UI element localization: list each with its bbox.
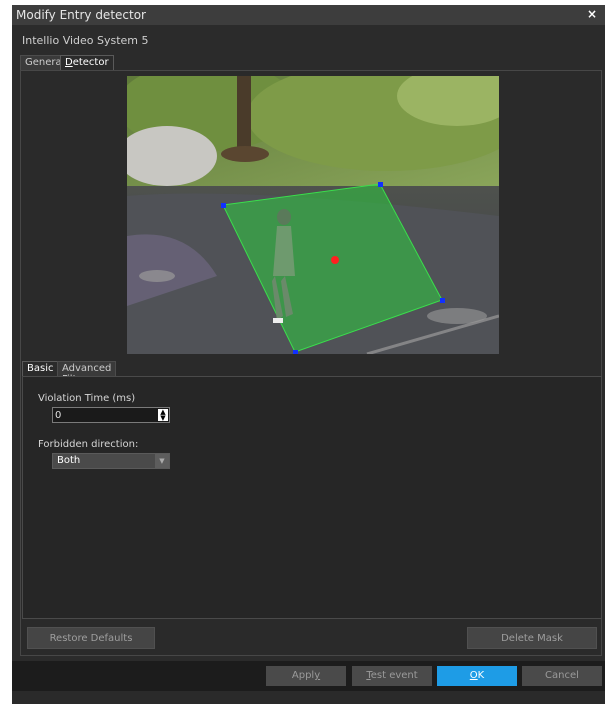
forbidden-direction-value: Both [57, 455, 81, 466]
tab-detector[interactable]: Detector [60, 55, 114, 70]
title-bar[interactable]: Modify Entry detector × [12, 5, 605, 25]
tab-basic[interactable]: Basic [22, 361, 59, 376]
zone-handle[interactable] [293, 350, 298, 354]
forbidden-direction-label: Forbidden direction: [38, 439, 139, 450]
zone-handle[interactable] [440, 298, 445, 303]
restore-defaults-button[interactable]: Restore Defaults [27, 627, 155, 649]
spinner-arrows-icon[interactable]: ▲ ▼ [158, 409, 168, 422]
violation-time-input[interactable] [55, 408, 155, 422]
close-icon[interactable]: × [587, 7, 597, 21]
system-name: Intellio Video System 5 [22, 34, 149, 47]
basic-settings-panel: Violation Time (ms) ▲▼ Forbidden directi… [22, 376, 602, 619]
zone-handle[interactable] [378, 182, 383, 187]
test-event-button[interactable]: Test event [352, 666, 432, 686]
zone-center-handle[interactable] [331, 256, 339, 264]
tab-detector-label: Detector [65, 57, 109, 68]
forbidden-direction-select[interactable]: Both ▼ [52, 453, 170, 469]
violation-time-spinner[interactable]: ▲▼ [52, 407, 170, 423]
apply-button[interactable]: Apply [266, 666, 346, 686]
camera-preview[interactable] [127, 76, 499, 354]
dialog-window: Modify Entry detector × Intellio Video S… [12, 5, 605, 704]
zone-handle[interactable] [221, 203, 226, 208]
violation-time-label: Violation Time (ms) [38, 393, 136, 404]
tab-advanced-filter[interactable]: Advanced Filter [57, 361, 117, 385]
chevron-down-icon[interactable]: ▼ [155, 454, 169, 468]
window-title: Modify Entry detector [16, 8, 146, 22]
status-bar [12, 691, 605, 704]
dialog-footer: Apply Test event OK Cancel [12, 661, 605, 691]
delete-mask-button[interactable]: Delete Mask [467, 627, 597, 649]
cancel-button[interactable]: Cancel [522, 666, 602, 686]
ok-button[interactable]: OK [437, 666, 517, 686]
camera-image [127, 76, 499, 354]
